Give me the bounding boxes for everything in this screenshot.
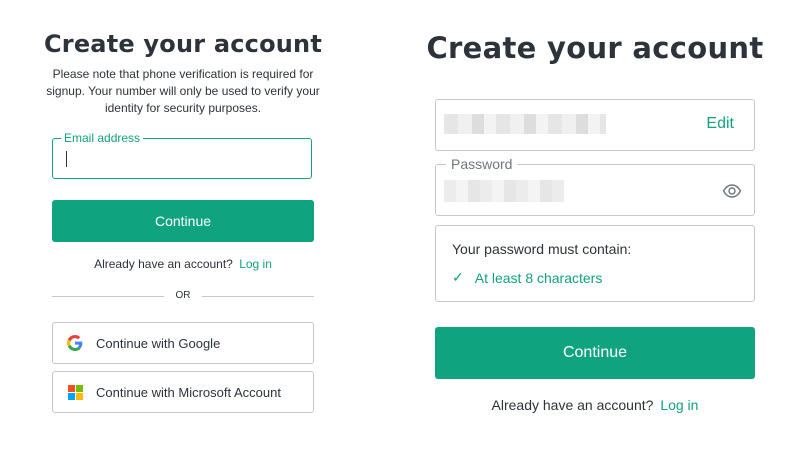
password-field[interactable]: Password — [435, 156, 755, 216]
checkmark-icon: ✓ — [452, 269, 464, 285]
phone-verification-notice: Please note that phone verification is r… — [46, 67, 320, 115]
microsoft-icon — [67, 384, 83, 400]
login-prompt-text: Already have an account? — [491, 397, 654, 413]
requirement-item: ✓ At least 8 characters — [452, 269, 602, 286]
microsoft-button-label: Continue with Microsoft Account — [96, 384, 281, 400]
google-icon — [67, 335, 83, 351]
password-requirements-box: Your password must contain: ✓ At least 8… — [435, 225, 755, 302]
requirement-text: At least 8 characters — [474, 269, 603, 286]
email-field-label: Email address — [61, 131, 144, 145]
edit-email-link[interactable]: Edit — [706, 115, 734, 133]
email-field[interactable]: Email address — [52, 131, 312, 179]
email-readonly-field: Edit — [435, 99, 755, 151]
page-title: Create your account — [43, 30, 323, 58]
divider-right — [202, 296, 314, 297]
login-prompt-text: Already have an account? — [94, 257, 233, 271]
text-caret — [66, 151, 67, 167]
signup-panel-password-step: Create your account Edit Password Your p… — [400, 0, 809, 449]
requirements-title: Your password must contain: — [452, 241, 632, 257]
login-prompt: Already have an account? Log in — [400, 397, 790, 413]
login-link[interactable]: Log in — [239, 257, 272, 271]
continue-button[interactable]: Continue — [52, 200, 314, 242]
signup-panel-email-step: Create your account Please note that pho… — [0, 0, 366, 449]
login-prompt: Already have an account? Log in — [0, 257, 366, 271]
eye-icon[interactable] — [722, 182, 742, 200]
page-title: Create your account — [426, 31, 764, 65]
password-field-label: Password — [446, 156, 518, 172]
continue-with-microsoft-button[interactable]: Continue with Microsoft Account — [52, 371, 314, 413]
continue-button[interactable]: Continue — [435, 327, 755, 379]
continue-with-google-button[interactable]: Continue with Google — [52, 322, 314, 364]
password-value-redacted — [444, 180, 564, 202]
email-value-redacted — [444, 114, 606, 134]
google-button-label: Continue with Google — [96, 335, 221, 351]
or-divider-text: OR — [175, 290, 191, 301]
divider-left — [52, 296, 164, 297]
login-link[interactable]: Log in — [660, 397, 698, 413]
